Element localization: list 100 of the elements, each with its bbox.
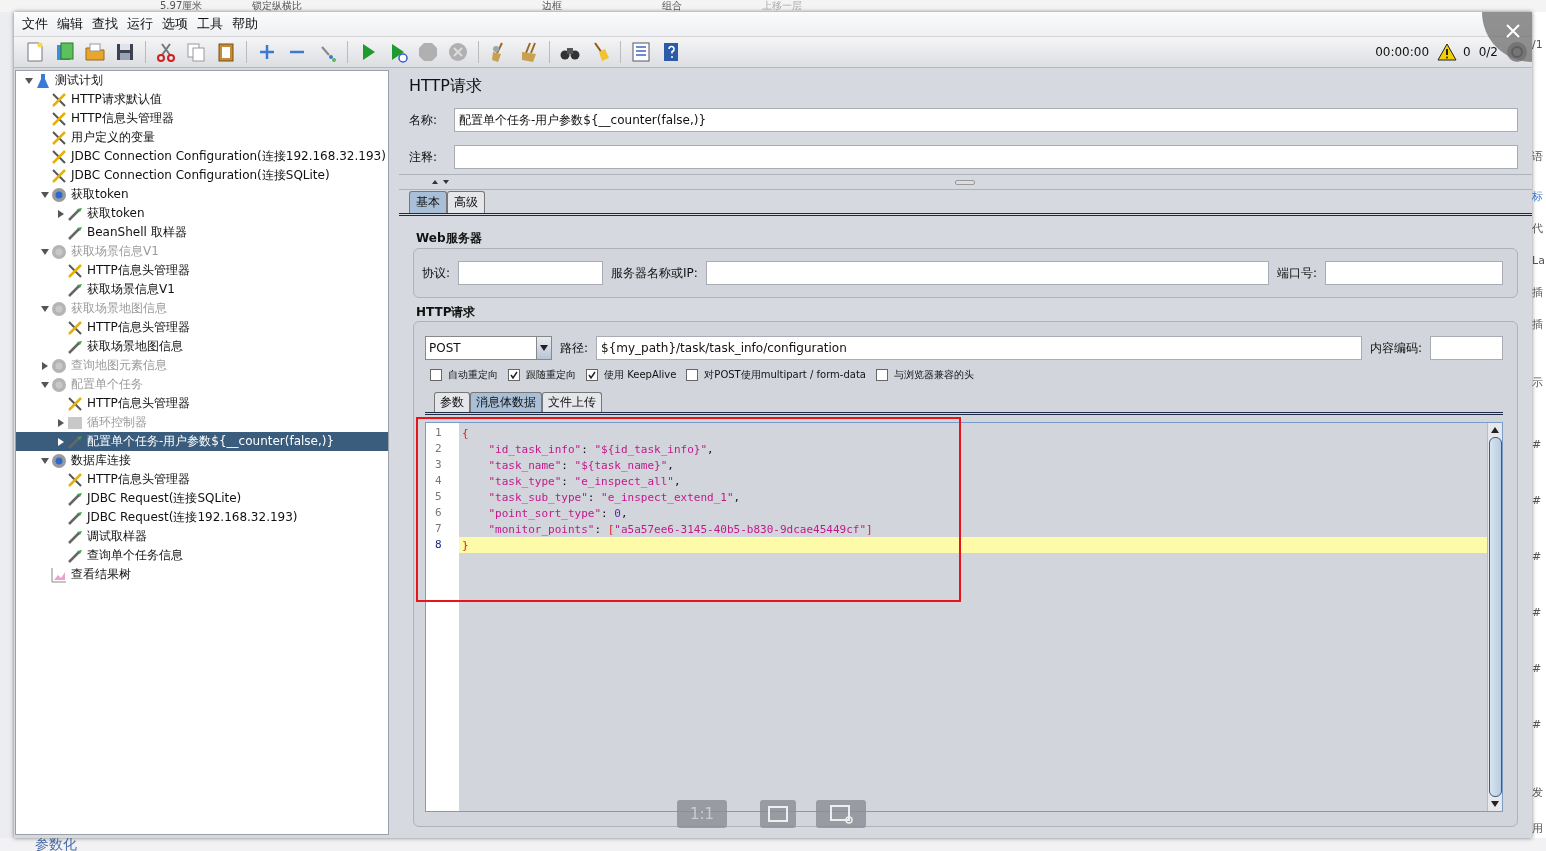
tools-icon [51,167,67,184]
expander-icon[interactable] [40,456,49,465]
field-label: 名称: [409,111,439,129]
open-folder-icon[interactable] [84,41,106,63]
background-text: # [1532,661,1543,677]
background-text: # [1532,605,1543,621]
templates-icon[interactable] [54,41,76,63]
clipboard-icon[interactable] [215,41,237,63]
background-text: 5.97厘米 [160,0,203,12]
menu-item[interactable]: 工具 [197,15,223,33]
pipette-icon [67,547,83,564]
port-field[interactable] [1325,261,1503,285]
tree-item[interactable]: 获取token [16,185,388,204]
tree-item[interactable]: HTTP信息头管理器 [16,109,388,128]
tree-item[interactable]: 调试取样器 [16,527,388,546]
checkbox[interactable] [875,369,888,381]
tree-item[interactable]: 查看结果树 [16,565,388,584]
scroll-down-icon[interactable] [1490,800,1500,808]
tab[interactable]: 基本 [409,191,447,213]
tree-item[interactable]: 数据库连接 [16,451,388,470]
list-icon[interactable] [630,41,652,63]
tree-item[interactable]: 查询单个任务信息 [16,546,388,565]
method-dropdown[interactable]: POST [425,336,552,360]
code-line: } [462,539,469,552]
checkbox[interactable] [686,369,699,381]
comment-field[interactable] [454,145,1518,169]
tab[interactable]: 文件上传 [542,392,602,412]
tools-icon [51,110,67,127]
code-line: "id_task_info": "${id_task_info}", [487,443,714,456]
menu-item[interactable]: 选项 [162,15,188,33]
background-text: # [1532,493,1543,509]
encoding-field[interactable] [1430,336,1503,360]
tree-item[interactable]: JDBC Request(连接192.168.32.193) [16,508,388,527]
tree-item[interactable]: HTTP信息头管理器 [16,470,388,489]
menu-item[interactable]: 查找 [92,15,118,33]
scroll-up-icon[interactable] [1490,426,1500,434]
expander-icon[interactable] [56,209,65,218]
line-number: 6 [434,505,443,521]
tree-item[interactable]: JDBC Request(连接SQLite) [16,489,388,508]
expander-icon[interactable] [24,76,33,85]
fit-screen-icon[interactable] [760,800,796,828]
code-line: "task_sub_type": "e_inspect_extend_1", [487,491,741,504]
field-label: 协议: [422,264,451,282]
checkbox[interactable] [430,369,442,381]
code-line: "task_type": "e_inspect_all", [487,475,681,488]
section-title: HTTP请求 [416,304,477,320]
splitter-arrows-icon[interactable] [431,179,451,185]
tab[interactable]: 消息体数据 [470,392,542,412]
menu-item[interactable]: 编辑 [57,15,83,33]
gear-icon [51,186,67,203]
chart-icon [51,566,67,583]
checkbox[interactable] [586,369,598,381]
field-label: 内容编码: [1369,339,1422,357]
tools-icon [67,262,83,279]
error-count: 0 [1463,45,1471,59]
background-text: 示 [1532,375,1544,391]
background-text: /1 [1532,37,1544,53]
tree-item[interactable]: BeanShell 取样器 [16,223,388,242]
tree-item[interactable]: JDBC Connection Configuration(连接SQLite) [16,166,388,185]
tree-item[interactable]: 获取token [16,204,388,223]
pipette-icon [67,490,83,507]
scissors-icon[interactable] [155,41,177,63]
menu-item[interactable]: 帮助 [232,15,258,33]
gear-icon [51,376,67,393]
menu-item[interactable]: 文件 [22,15,48,33]
menu-item[interactable]: 运行 [127,15,153,33]
checkbox-label: 自动重定向 [448,368,498,382]
tree-item[interactable]: JDBC Connection Configuration(连接192.168.32.193) [16,147,388,166]
background-text: 锁定纵横比 [252,0,303,12]
tree-item[interactable]: 测试计划 [16,71,388,90]
protocol-field[interactable] [458,261,604,285]
checkbox-label: 与浏览器兼容的头 [893,368,974,382]
name-field[interactable]: 配置单个任务-用户参数${__counter(false,)} [454,108,1518,132]
line-number: 8 [434,537,443,553]
save-icon[interactable] [114,41,136,63]
panel-title: HTTP请求 [409,76,483,96]
expander-icon[interactable] [40,190,49,199]
background-text: 组合 [662,0,683,12]
tools-icon [67,319,83,336]
tree-item[interactable]: HTTP请求默认值 [16,90,388,109]
tools-icon [51,148,67,165]
background-text: 标 [1532,189,1544,205]
close-icon[interactable] [1506,24,1520,38]
thread-count: 0/2 [1478,45,1498,59]
tab[interactable]: 高级 [447,191,485,213]
path-field[interactable]: ${my_path}/task/task_info/configuration [596,336,1362,360]
tree-item[interactable]: 用户定义的变量 [16,128,388,147]
server-field[interactable] [705,261,1269,285]
field-label: 端口号: [1276,264,1317,282]
line-number: 3 [434,457,443,473]
section-title: Web服务器 [416,230,483,246]
background-text: 用 [1532,821,1544,837]
splitter-handle[interactable] [955,179,975,185]
warning-icon[interactable] [1437,43,1458,61]
background-text: 插 [1532,317,1544,333]
pipette-icon [67,205,83,222]
tab[interactable]: 参数 [434,392,470,412]
screen-icon[interactable] [816,800,866,828]
vertical-scrollbar[interactable] [1487,423,1502,811]
checkbox[interactable] [508,369,520,381]
